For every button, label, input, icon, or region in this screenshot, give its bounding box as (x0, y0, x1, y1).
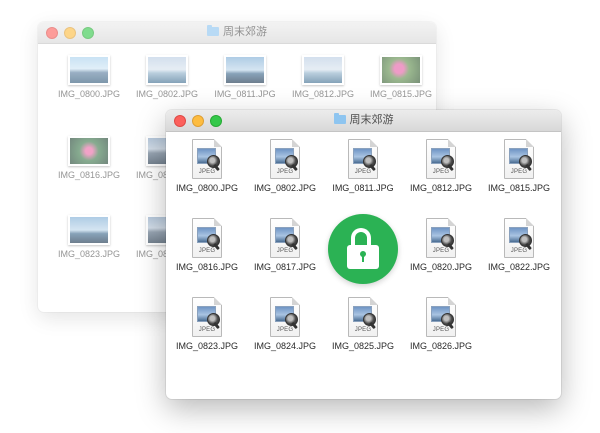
front-file-grid: JPEG IMG_0800.JPG JPEG IMG_0802.JPG JPEG IMG_… (166, 131, 561, 399)
front-window-titlebar[interactable]: 周末郊游 (166, 110, 561, 132)
jpeg-file-icon: JPEG (192, 297, 222, 337)
file-item[interactable]: JPEG IMG_0815.JPG (480, 139, 558, 193)
file-type-tag: JPEG (510, 169, 528, 175)
file-item[interactable]: JPEG IMG_0822.JPG (480, 218, 558, 272)
photo-thumbnail (68, 215, 110, 245)
file-item[interactable]: IMG_0800.JPG (50, 55, 128, 99)
file-item[interactable]: JPEG IMG_0816.JPG (168, 218, 246, 272)
file-item[interactable]: IMG_0812.JPG (284, 55, 362, 99)
file-item[interactable]: JPEG IMG_0812.JPG (402, 139, 480, 193)
file-type-tag: JPEG (198, 169, 216, 175)
file-item[interactable]: IMG_0816.JPG (50, 136, 128, 180)
file-type-tag: JPEG (432, 248, 450, 254)
file-item[interactable]: IMG_0823.JPG (50, 215, 128, 259)
file-name: IMG_0816.JPG (175, 262, 239, 272)
jpeg-file-icon: JPEG (192, 139, 222, 179)
file-item[interactable]: JPEG IMG_0820.JPG (402, 218, 480, 272)
file-name: IMG_0812.JPG (291, 89, 355, 99)
file-type-tag: JPEG (276, 248, 294, 254)
folder-icon (207, 25, 219, 36)
jpeg-file-icon: JPEG (426, 218, 456, 258)
file-type-tag: JPEG (198, 327, 216, 333)
file-name: IMG_0811.JPG (332, 183, 394, 193)
jpeg-file-icon: JPEG (270, 218, 300, 258)
photo-thumbnail (146, 55, 188, 85)
file-type-tag: JPEG (354, 169, 372, 175)
file-type-tag: JPEG (510, 248, 528, 254)
file-name: IMG_0816.JPG (57, 170, 121, 180)
file-type-tag: JPEG (276, 327, 294, 333)
lock-keyhole-slot (362, 255, 364, 262)
file-name: IMG_0822.JPG (487, 262, 551, 272)
file-name: IMG_0811.JPG (214, 89, 276, 99)
jpeg-file-icon: JPEG (426, 139, 456, 179)
file-item[interactable]: JPEG IMG_0802.JPG (246, 139, 324, 193)
file-item[interactable]: JPEG IMG_0823.JPG (168, 297, 246, 351)
file-type-tag: JPEG (276, 169, 294, 175)
file-name: IMG_0812.JPG (409, 183, 473, 193)
file-name: IMG_0820.JPG (409, 262, 473, 272)
jpeg-file-icon: JPEG (504, 218, 534, 258)
file-name: IMG_0815.JPG (369, 89, 433, 99)
file-name: IMG_0823.JPG (57, 249, 121, 259)
window-title: 周末郊游 (38, 25, 436, 39)
file-item[interactable]: JPEG IMG_0826.JPG (402, 297, 480, 351)
file-type-tag: JPEG (198, 248, 216, 254)
jpeg-file-icon: JPEG (504, 139, 534, 179)
photo-thumbnail (68, 136, 110, 166)
file-name: IMG_0800.JPG (175, 183, 239, 193)
window-title-text: 周末郊游 (349, 114, 394, 126)
back-window-titlebar[interactable]: 周末郊游 (38, 22, 436, 44)
file-name: IMG_0823.JPG (175, 341, 239, 351)
file-type-tag: JPEG (354, 327, 372, 333)
file-name: IMG_0800.JPG (57, 89, 121, 99)
file-item[interactable]: JPEG IMG_0825.JPG (324, 297, 402, 351)
file-name: IMG_0824.JPG (253, 341, 317, 351)
window-title: 周末郊游 (166, 113, 561, 127)
file-name: IMG_0815.JPG (487, 183, 551, 193)
file-name: IMG_0817.JPG (253, 262, 317, 272)
jpeg-file-icon: JPEG (270, 139, 300, 179)
jpeg-file-icon: JPEG (270, 297, 300, 337)
lock-icon (328, 214, 398, 284)
file-type-tag: JPEG (432, 169, 450, 175)
photo-thumbnail (224, 55, 266, 85)
file-item[interactable]: IMG_0815.JPG (362, 55, 436, 99)
file-type-tag: JPEG (432, 327, 450, 333)
photo-thumbnail (68, 55, 110, 85)
folder-icon (333, 113, 346, 124)
front-finder-window: 周末郊游 JPEG IMG_0800.JPG JPEG IMG_0802.JPG JPE… (166, 110, 561, 399)
file-item[interactable]: JPEG IMG_0800.JPG (168, 139, 246, 193)
file-item[interactable]: JPEG IMG_0824.JPG (246, 297, 324, 351)
photo-thumbnail (380, 55, 422, 85)
jpeg-file-icon: JPEG (348, 139, 378, 179)
jpeg-file-icon: JPEG (192, 218, 222, 258)
file-item[interactable]: IMG_0802.JPG (128, 55, 206, 99)
lock-body (347, 245, 379, 269)
file-name: IMG_0825.JPG (331, 341, 395, 351)
file-name: IMG_0802.JPG (253, 183, 317, 193)
jpeg-file-icon: JPEG (426, 297, 456, 337)
jpeg-file-icon: JPEG (348, 297, 378, 337)
photo-thumbnail (302, 55, 344, 85)
file-name: IMG_0826.JPG (409, 341, 473, 351)
file-item[interactable]: JPEG IMG_0811.JPG (324, 139, 402, 193)
window-title-text: 周末郊游 (223, 26, 267, 38)
file-item[interactable]: JPEG IMG_0817.JPG (246, 218, 324, 272)
file-name: IMG_0802.JPG (135, 89, 199, 99)
file-item[interactable]: IMG_0811.JPG (206, 55, 284, 99)
